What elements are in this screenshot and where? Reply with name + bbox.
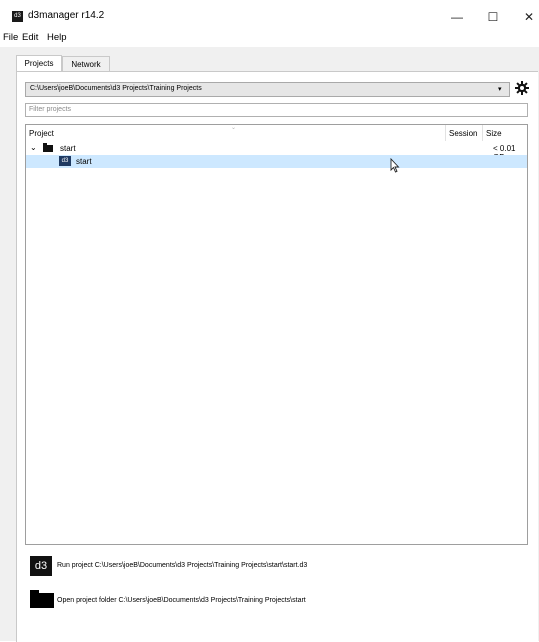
window-title: d3manager r14.2 — [28, 10, 105, 21]
sort-indicator-icon: ⌄ — [231, 125, 237, 131]
filter-placeholder: Filter projects — [29, 106, 72, 113]
menu-help[interactable]: Help — [47, 32, 67, 43]
run-project-link[interactable]: Run project C:\Users\joeB\Documents\d3 P… — [57, 562, 307, 569]
project-path-value: C:\Users\joeB\Documents\d3 Projects\Trai… — [30, 85, 202, 92]
column-header-session[interactable]: Session — [449, 129, 477, 138]
menu-file[interactable]: File — [3, 32, 18, 43]
menu-bar: File Edit Help — [0, 30, 539, 45]
column-divider[interactable] — [482, 125, 483, 141]
menu-edit[interactable]: Edit — [22, 32, 38, 43]
expand-chevron-icon[interactable]: ⌄ — [30, 143, 37, 152]
tree-row-project-folder[interactable]: ⌄ start < 0.01 GB — [26, 143, 527, 162]
gear-icon[interactable] — [514, 80, 530, 96]
close-button[interactable]: ✕ — [519, 10, 539, 24]
d3-project-icon: d3 — [59, 156, 71, 166]
open-project-folder-link[interactable]: Open project folder C:\Users\joeB\Docume… — [57, 597, 306, 604]
app-logo-icon: d3 — [12, 11, 23, 22]
tab-projects[interactable]: Projects — [16, 55, 62, 72]
column-header-size[interactable]: Size — [486, 129, 502, 138]
tree-row-project-file[interactable]: d3 start — [26, 155, 527, 168]
column-header-project[interactable]: Project — [29, 129, 54, 138]
open-folder-icon[interactable] — [30, 590, 54, 608]
chevron-down-icon: ▾ — [498, 86, 502, 93]
project-path-dropdown[interactable]: C:\Users\joeB\Documents\d3 Projects\Trai… — [25, 82, 510, 97]
run-project-icon[interactable]: d3 — [30, 556, 52, 576]
maximize-button[interactable]: ☐ — [483, 10, 503, 24]
column-divider[interactable] — [445, 125, 446, 141]
title-bar: d3 d3manager r14.2 — ☐ ✕ — [0, 0, 539, 30]
tree-row-label: start — [60, 144, 76, 153]
project-tree[interactable]: ⌄ Project Session Size ⌄ start < 0.01 GB… — [25, 124, 528, 545]
mouse-pointer-icon — [390, 158, 400, 173]
tab-network[interactable]: Network — [62, 56, 110, 72]
filter-projects-input[interactable]: Filter projects — [25, 103, 528, 117]
folder-icon — [43, 143, 53, 152]
minimize-button[interactable]: — — [447, 10, 467, 24]
tree-row-label: start — [76, 157, 92, 166]
